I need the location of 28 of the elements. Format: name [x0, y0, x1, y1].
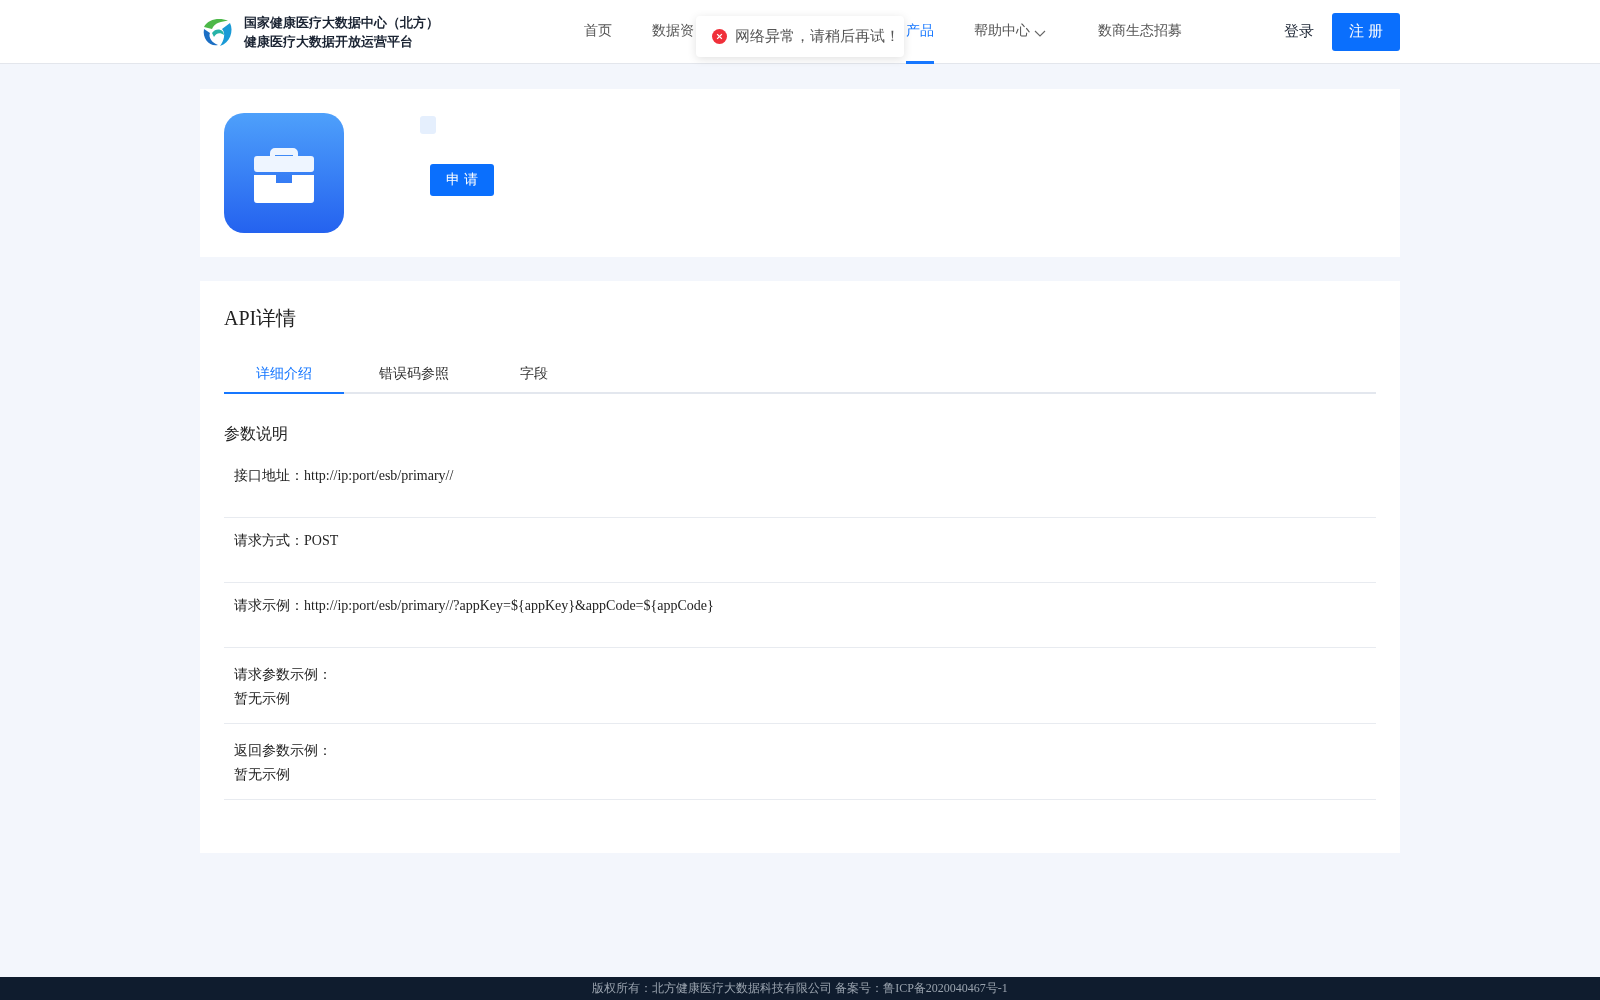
detail-tab[interactable]: 详细介绍: [224, 356, 344, 394]
platform-title: 健康医疗大数据开放运营平台: [244, 32, 414, 51]
nav-tab[interactable]: 数商生态招募: [1098, 0, 1182, 64]
section-title: API详情: [224, 306, 298, 331]
param-value: 暂无示例: [234, 766, 291, 784]
register-button[interactable]: 注 册: [1332, 12, 1400, 51]
detail-tab[interactable]: 字段: [474, 356, 594, 394]
param-label: 请求参数示例：: [234, 666, 333, 684]
detail-tab[interactable]: 错误码参照: [354, 356, 474, 394]
login-link[interactable]: 登录: [1284, 22, 1314, 41]
nav-tab[interactable]: 首页: [584, 0, 612, 64]
param-label: 请求示例：: [234, 597, 304, 615]
toast-message: 网络异常，请稍后再试！: [735, 27, 900, 46]
subsection-title: 参数说明: [224, 424, 289, 445]
copyright-text: 版权所有：北方健康医疗大数据科技有限公司 备案号：鲁ICP备2020040467号-1: [592, 980, 1008, 997]
nav-tab[interactable]: 帮助中心: [974, 0, 1046, 64]
briefcase-icon: [224, 113, 344, 233]
platform-title: 国家健康医疗大数据中心（北方）: [244, 13, 439, 32]
nav-tab[interactable]: 数据资: [652, 0, 694, 64]
param-value: POST: [304, 533, 339, 549]
param-label: 返回参数示例：: [234, 742, 333, 760]
tag-placeholder: [420, 116, 436, 134]
apply-button[interactable]: 申 请: [430, 164, 494, 196]
param-value: 暂无示例: [234, 690, 291, 708]
param-label: 请求方式：: [234, 532, 304, 550]
param-value: http://ip:port/esb/primary//?appKey=${appKey}&appCode=${appCode}: [304, 598, 714, 614]
param-value: http://ip:port/esb/primary//: [304, 468, 454, 484]
param-label: 接口地址：: [234, 467, 304, 485]
